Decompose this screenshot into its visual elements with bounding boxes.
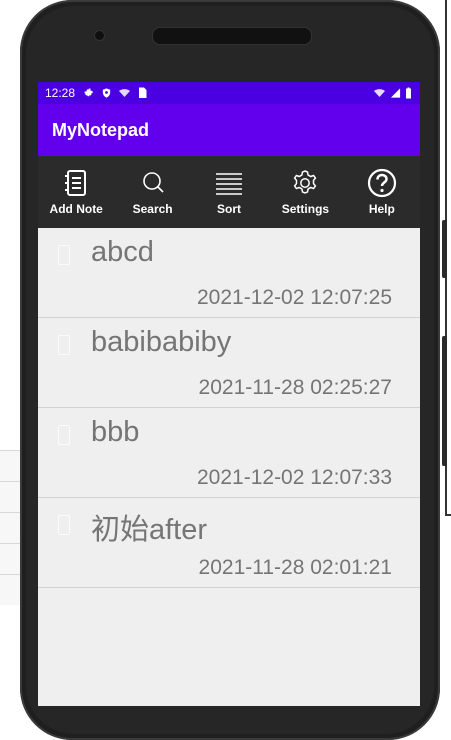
settings-label: Settings [281,202,330,216]
help-label: Help [368,202,395,216]
help-button[interactable]: Help [344,156,420,228]
app-bar: MyNotepad [38,104,420,156]
earpiece-speaker [152,27,312,45]
notebook-icon [65,170,87,196]
status-notification-icons [83,87,147,99]
help-icon [367,168,396,198]
search-button[interactable]: Search [114,156,190,228]
sort-label: Sort [217,202,242,216]
note-title: babibabiby [91,326,232,358]
settings-button[interactable]: Settings [267,156,343,228]
note-item[interactable]: babibabiby 2021-11-28 02:25:27 [38,318,420,408]
phone-screen: 12:28 MyNotepad Add Note Search Sort Set… [38,82,420,706]
power-button[interactable] [442,336,447,466]
note-icon [58,515,70,535]
sort-button[interactable]: Sort [191,156,267,228]
note-item[interactable]: 初始after 2021-11-28 02:01:21 [38,498,420,588]
note-icon [58,335,70,355]
note-title: abcd [91,236,154,268]
note-icon [58,425,70,445]
battery-icon [406,87,411,99]
status-system-icons [373,87,412,99]
note-timestamp: 2021-12-02 12:07:33 [197,466,392,489]
note-list: abcd 2021-12-02 12:07:25 babibabiby 2021… [38,228,420,588]
note-timestamp: 2021-11-28 02:01:21 [198,556,392,579]
note-timestamp: 2021-11-28 02:25:27 [198,376,392,399]
sort-lines-icon [216,173,243,195]
volume-button[interactable] [442,220,447,278]
search-label: Search [132,202,173,216]
gear-icon [84,88,94,97]
front-camera [95,31,104,40]
wifi-question-icon [119,89,131,97]
app-title: MyNotepad [52,119,150,140]
note-icon [58,245,70,265]
status-bar: 12:28 [38,82,420,104]
search-icon [142,172,164,193]
add-note-label: Add Note [49,202,103,216]
sd-card-icon [139,87,147,98]
status-time: 12:28 [45,86,76,100]
shield-icon [102,88,111,98]
note-item[interactable]: bbb 2021-12-02 12:07:33 [38,408,420,498]
toolbar: Add Note Search Sort Settings Help [38,156,420,228]
add-note-button[interactable]: Add Note [38,156,114,228]
note-item[interactable]: abcd 2021-12-02 12:07:25 [38,228,420,318]
note-title: bbb [91,416,140,448]
wifi-icon [374,89,385,97]
note-timestamp: 2021-12-02 12:07:25 [197,286,392,309]
note-title: 初始after [91,514,208,546]
gear-icon [294,170,317,194]
signal-icon [390,88,401,98]
